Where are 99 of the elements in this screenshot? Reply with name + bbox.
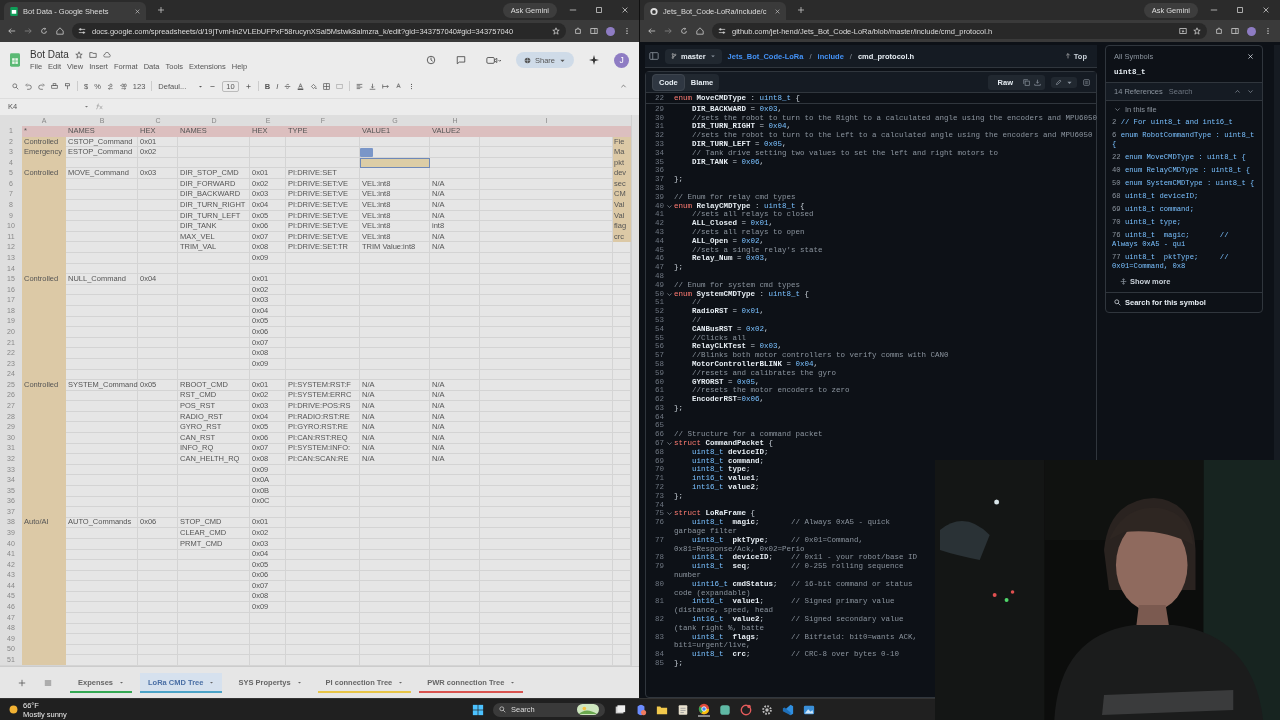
- symbols-icon[interactable]: [1083, 78, 1090, 86]
- borders-icon[interactable]: [323, 82, 331, 90]
- caret-icon: [398, 679, 404, 685]
- extensions-icon[interactable]: [1215, 27, 1223, 35]
- chevron-icon[interactable]: [666, 290, 673, 298]
- plus-icon[interactable]: [244, 82, 252, 90]
- copilot-icon[interactable]: [635, 703, 647, 716]
- text-wrap-icon[interactable]: [382, 82, 390, 90]
- scrollbar[interactable]: [631, 115, 639, 666]
- redo-icon[interactable]: [38, 82, 45, 90]
- search-icon: [1114, 299, 1121, 306]
- chevron-icon[interactable]: [1114, 106, 1121, 113]
- caret-icon: [296, 679, 302, 685]
- function-icon: [95, 103, 103, 111]
- cloud-icon[interactable]: [102, 50, 111, 59]
- maximize-icon[interactable]: [1236, 6, 1244, 14]
- landscape-icon: [577, 704, 599, 715]
- profile-avatar[interactable]: J: [614, 52, 629, 68]
- text-color-icon[interactable]: [297, 82, 305, 90]
- undo-icon[interactable]: [25, 82, 32, 90]
- sidebar-icon[interactable]: [649, 51, 659, 61]
- chevron-icon[interactable]: [666, 202, 673, 210]
- download-icon[interactable]: [1034, 78, 1041, 86]
- weather-icon[interactable]: [8, 704, 19, 715]
- start-icon[interactable]: [472, 703, 484, 716]
- collaborator-flag: [360, 147, 373, 157]
- back-icon[interactable]: [648, 27, 656, 35]
- caret-icon: [709, 53, 716, 59]
- decrease-decimal-icon[interactable]: [106, 82, 114, 90]
- app-icon[interactable]: [719, 703, 731, 716]
- caret-icon: [209, 679, 215, 685]
- vertical-align-icon[interactable]: [369, 82, 377, 90]
- install-icon[interactable]: [1179, 27, 1187, 35]
- close-icon[interactable]: [135, 8, 140, 14]
- notepad-icon[interactable]: [677, 703, 689, 716]
- increase-decimal-icon[interactable]: [119, 82, 127, 90]
- site-settings-icon[interactable]: [78, 27, 86, 35]
- more-icon[interactable]: [1264, 27, 1272, 35]
- copy-icon[interactable]: [1023, 78, 1030, 86]
- home-icon[interactable]: [696, 27, 704, 35]
- text-rotation-icon[interactable]: [395, 82, 403, 90]
- site-settings-icon[interactable]: [718, 27, 726, 35]
- close-icon[interactable]: [621, 6, 629, 14]
- video-call-icon[interactable]: [486, 55, 501, 65]
- side-panel-icon[interactable]: [590, 27, 598, 35]
- search-icon: [499, 706, 506, 713]
- task-view-icon[interactable]: [614, 703, 626, 716]
- forward-icon[interactable]: [24, 27, 32, 35]
- comment-icon[interactable]: [456, 55, 466, 65]
- minimize-icon[interactable]: [1210, 6, 1218, 14]
- expand-icon: [1120, 278, 1127, 285]
- strikethrough-icon[interactable]: [284, 82, 292, 90]
- more-icon[interactable]: [623, 27, 631, 35]
- new-tab-icon[interactable]: [798, 7, 804, 13]
- merge-cells-icon[interactable]: [336, 82, 344, 90]
- browser-icon[interactable]: [698, 702, 710, 717]
- side-panel-icon[interactable]: [1231, 27, 1239, 35]
- table-cell: [22, 654, 66, 666]
- branch-icon: [671, 53, 677, 59]
- caret-icon[interactable]: [84, 104, 89, 110]
- pencil-icon[interactable]: [1055, 78, 1062, 86]
- close-icon[interactable]: [1262, 6, 1270, 14]
- new-tab-icon[interactable]: [158, 7, 164, 13]
- spreadsheet-icon[interactable]: [10, 53, 20, 67]
- sparkle-icon[interactable]: [589, 55, 599, 65]
- back-icon[interactable]: [8, 27, 16, 35]
- paint-format-icon[interactable]: [64, 82, 71, 90]
- spreadsheet-icon: [10, 6, 18, 16]
- extensions-icon[interactable]: [574, 27, 582, 35]
- reload-icon[interactable]: [680, 27, 688, 35]
- settings-icon[interactable]: [761, 703, 773, 716]
- code-editor-icon[interactable]: [782, 703, 794, 716]
- history-icon[interactable]: [426, 55, 436, 65]
- print-icon[interactable]: [51, 82, 58, 90]
- close-icon[interactable]: [775, 8, 780, 14]
- profile-avatar[interactable]: [1247, 26, 1256, 36]
- star-icon[interactable]: [74, 50, 83, 59]
- chevron-down-icon[interactable]: [1247, 88, 1254, 95]
- forward-icon[interactable]: [664, 27, 672, 35]
- fill-color-icon[interactable]: [310, 82, 318, 90]
- chevron-icon[interactable]: [666, 440, 673, 448]
- app-icon[interactable]: [740, 703, 752, 716]
- photos-icon[interactable]: [803, 703, 815, 716]
- minimize-icon[interactable]: [569, 6, 577, 14]
- home-icon[interactable]: [56, 27, 64, 35]
- add-sheet-icon[interactable]: [18, 678, 26, 687]
- arrow-up-icon: [1064, 53, 1071, 59]
- align-left-icon[interactable]: [356, 82, 364, 90]
- chevron-up-icon[interactable]: [1234, 88, 1241, 95]
- profile-avatar[interactable]: [606, 26, 615, 36]
- reload-icon[interactable]: [40, 27, 48, 35]
- chevron-icon[interactable]: [666, 510, 673, 518]
- search-icon[interactable]: [12, 82, 19, 90]
- caret-icon: [510, 679, 516, 685]
- globe-icon: [524, 56, 531, 64]
- caret-icon[interactable]: [198, 83, 204, 89]
- maximize-icon[interactable]: [595, 6, 603, 14]
- document-title[interactable]: Bot Data: [30, 49, 69, 60]
- caret-icon: [119, 679, 125, 685]
